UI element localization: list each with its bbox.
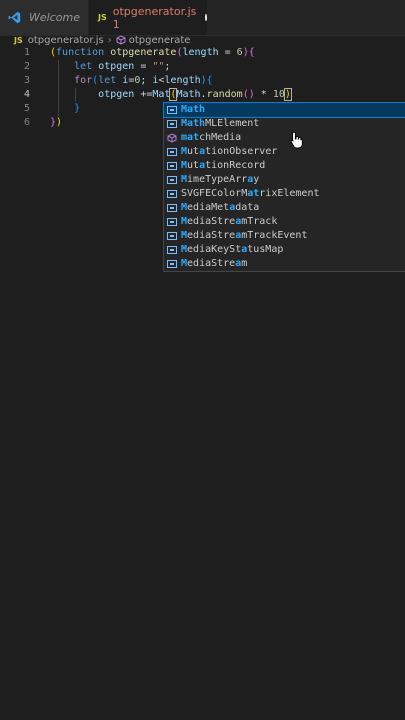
code-line-1: (function otpgenerate(length = 6){ bbox=[50, 47, 255, 58]
chevron-right-icon: › bbox=[107, 34, 112, 46]
autocomplete-suggestions[interactable]: Math Math MLElement mat chMedia Mut a tionOb… bbox=[163, 102, 405, 272]
symbol-variable-icon bbox=[167, 245, 177, 255]
symbol-variable-icon bbox=[167, 203, 177, 213]
symbol-variable-icon bbox=[167, 147, 177, 157]
line-number: 3 bbox=[23, 75, 30, 86]
vscode-logo-icon bbox=[8, 11, 21, 24]
suggestion-item[interactable]: MediaMet a data bbox=[164, 201, 405, 215]
tab-otpgenerator-label: otpgenerator.js 1 bbox=[112, 4, 197, 31]
code-line-4: otpgen +=Mat(Math.random() * 10) bbox=[98, 88, 292, 101]
symbol-variable-icon bbox=[167, 175, 177, 185]
suggestion-item[interactable]: Math bbox=[163, 102, 405, 118]
tab-welcome[interactable]: Welcome bbox=[0, 0, 88, 35]
breadcrumb-symbol[interactable]: otpgenerate bbox=[129, 35, 191, 46]
line-number-gutter: 1 2 3 4 5 6 bbox=[0, 46, 40, 130]
javascript-file-icon: JS bbox=[14, 35, 23, 45]
suggestion-item[interactable]: MediaKeySt a tusMap bbox=[164, 243, 405, 257]
line-number: 1 bbox=[23, 47, 30, 58]
symbol-variable-icon bbox=[167, 161, 177, 171]
javascript-file-icon: JS bbox=[98, 13, 107, 22]
suggestion-item[interactable]: Math MLElement bbox=[164, 117, 405, 131]
cube-symbol-icon bbox=[116, 35, 126, 45]
suggestion-item[interactable]: MediaStre a m bbox=[164, 257, 405, 271]
breadcrumb: JS otpgenerator.js › otpgenerate bbox=[0, 33, 405, 47]
code-line-2: let otpgen = ""; bbox=[74, 61, 171, 72]
symbol-variable-icon bbox=[167, 217, 177, 227]
tab-otpgenerator[interactable]: JS otpgenerator.js 1 bbox=[89, 0, 207, 35]
suggestion-item[interactable]: MediaStre a mTrackEvent bbox=[164, 229, 405, 243]
suggestion-item[interactable]: MimeTypeArr a y bbox=[164, 173, 405, 187]
line-number: 6 bbox=[23, 117, 30, 128]
symbol-variable-icon bbox=[167, 119, 177, 129]
symbol-variable-icon bbox=[167, 105, 177, 115]
line-number-active: 4 bbox=[23, 89, 30, 100]
suggestion-item[interactable]: SVGFEColorM at rixElement bbox=[164, 187, 405, 201]
method-cube-icon bbox=[167, 133, 177, 143]
suggestion-item[interactable]: Mut a tionRecord bbox=[164, 159, 405, 173]
unsaved-dot-icon[interactable] bbox=[205, 14, 207, 21]
breadcrumb-file[interactable]: otpgenerator.js bbox=[28, 35, 104, 46]
tab-welcome-label: Welcome bbox=[29, 11, 80, 24]
suggestion-item[interactable]: MediaStre a mTrack bbox=[164, 215, 405, 229]
symbol-variable-icon bbox=[167, 231, 177, 241]
line-number: 2 bbox=[23, 61, 30, 72]
suggestion-item[interactable]: Mut a tionObserver bbox=[164, 145, 405, 159]
tab-bar: Welcome JS otpgenerator.js 1 bbox=[0, 0, 405, 36]
code-line-3: for(let i=0; i<length){ bbox=[74, 75, 213, 86]
symbol-variable-icon bbox=[167, 189, 177, 199]
line-number: 5 bbox=[23, 103, 30, 114]
symbol-variable-icon bbox=[167, 259, 177, 269]
suggestion-item[interactable]: mat chMedia bbox=[164, 131, 405, 145]
hand-pointer-icon bbox=[290, 131, 303, 149]
